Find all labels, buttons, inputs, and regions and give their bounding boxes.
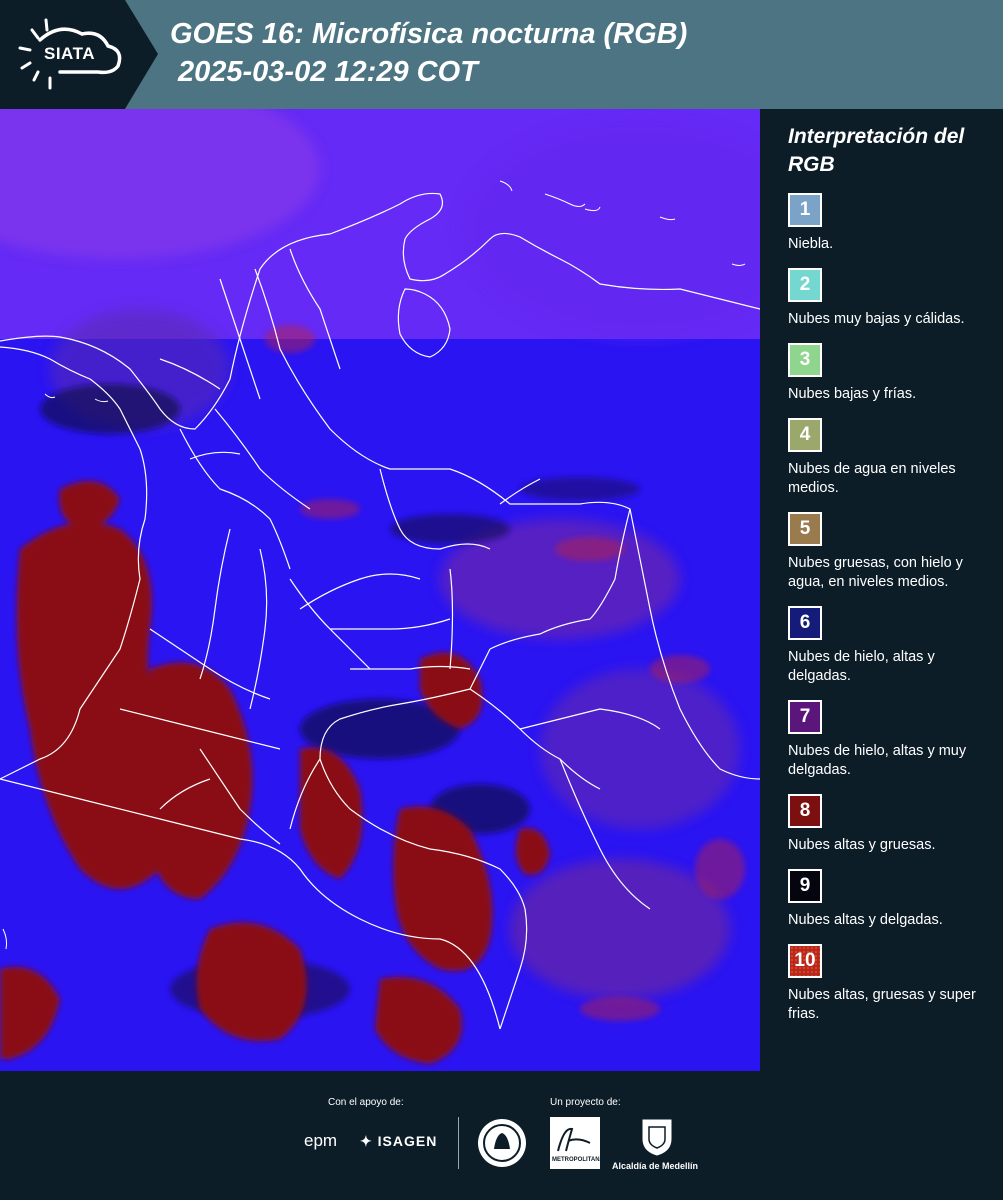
epm-logo: epm <box>304 1131 338 1150</box>
area-metropolitana-caption: METROPOLITANA <box>552 1157 604 1163</box>
legend-item-10: 10 Nubes altas, gruesas y super frias. <box>788 944 1003 1024</box>
seal-logo <box>478 1119 526 1167</box>
alcaldia-caption: Alcaldía de Medellín <box>612 1161 699 1171</box>
siata-logo: SIATA <box>0 0 160 109</box>
project-label: Un proyecto de: <box>550 1097 621 1108</box>
page-timestamp: 2025-03-02 12:29 COT <box>178 56 478 88</box>
siata-logo-text: SIATA <box>44 44 95 63</box>
satellite-map-image <box>0 109 760 1071</box>
legend-title: Interpretación del RGB <box>788 125 965 176</box>
legend-label-7: Nubes de hielo, altas y muy delgadas. <box>788 743 967 778</box>
legend-label-1: Niebla. <box>788 236 834 252</box>
legend-swatch-6: 6 <box>788 606 822 640</box>
legend-swatch-7: 7 <box>788 700 822 734</box>
legend-label-10: Nubes altas, gruesas y super frias. <box>788 987 976 1022</box>
legend-item-4: 4 Nubes de agua en niveles medios. <box>788 418 1003 498</box>
legend-item-5: 5 Nubes gruesas, con hielo y agua, en ni… <box>788 512 1003 592</box>
legend-item-6: 6 Nubes de hielo, altas y delgadas. <box>788 606 1003 686</box>
legend-label-6: Nubes de hielo, altas y delgadas. <box>788 649 935 684</box>
isagen-logo: ✦ ISAGEN <box>360 1133 437 1150</box>
legend-label-8: Nubes altas y gruesas. <box>788 837 936 853</box>
legend-label-4: Nubes de agua en niveles medios. <box>788 461 956 496</box>
legend-label-3: Nubes bajas y frías. <box>788 386 917 402</box>
support-label: Con el apoyo de: <box>328 1097 404 1108</box>
footer: Con el apoyo de: Un proyecto de: epm ✦ I… <box>0 1071 1003 1200</box>
legend-label-5: Nubes gruesas, con hielo y agua, en nive… <box>788 555 963 590</box>
alcaldia-shield-icon <box>642 1119 672 1156</box>
satellite-map[interactable] <box>0 109 760 1071</box>
legend-item-3: 3 Nubes bajas y frías. <box>788 343 1003 404</box>
legend-item-7: 7 Nubes de hielo, altas y muy delgadas. <box>788 700 1003 780</box>
legend-swatch-10: 10 <box>788 944 822 978</box>
legend-item-8: 8 Nubes altas y gruesas. <box>788 794 1003 855</box>
isagen-icon: ✦ <box>360 1133 373 1149</box>
footer-divider <box>458 1117 459 1169</box>
legend-swatch-3: 3 <box>788 343 822 377</box>
legend-swatch-1: 1 <box>788 193 822 227</box>
rgb-legend: Interpretación del RGB 1 Niebla. 2 Nubes… <box>760 109 1003 1071</box>
legend-item-9: 9 Nubes altas y delgadas. <box>788 869 1003 930</box>
legend-swatch-8: 8 <box>788 794 822 828</box>
legend-swatch-4: 4 <box>788 418 822 452</box>
legend-label-2: Nubes muy bajas y cálidas. <box>788 311 965 327</box>
isagen-logo-text: ISAGEN <box>377 1133 438 1149</box>
page-title: GOES 16: Microfísica nocturna (RGB) <box>170 18 688 50</box>
legend-swatch-5: 5 <box>788 512 822 546</box>
legend-swatch-2: 2 <box>788 268 822 302</box>
legend-item-1: 1 Niebla. <box>788 193 1003 254</box>
legend-swatch-9: 9 <box>788 869 822 903</box>
legend-item-2: 2 Nubes muy bajas y cálidas. <box>788 268 1003 329</box>
header: SIATA GOES 16: Microfísica nocturna (RGB… <box>0 0 1003 109</box>
legend-label-9: Nubes altas y delgadas. <box>788 912 943 928</box>
